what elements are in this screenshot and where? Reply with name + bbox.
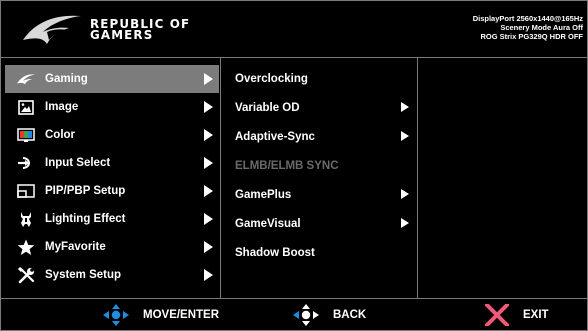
chevron-right-icon	[204, 269, 213, 281]
menu-item-input-select[interactable]: Input Select	[5, 149, 219, 177]
chevron-right-icon	[204, 241, 213, 253]
color-icon	[17, 127, 35, 143]
menu-item-gaming[interactable]: Gaming	[5, 65, 219, 93]
menu-item-label: Lighting Effect	[45, 213, 126, 225]
chevron-right-icon	[204, 101, 213, 113]
move-enter-hint[interactable]: MOVE/ENTER	[103, 304, 219, 326]
chevron-right-icon	[204, 157, 213, 169]
submenu-item-adaptive-sync[interactable]: Adaptive-Sync	[235, 123, 415, 152]
chevron-right-icon	[401, 218, 409, 228]
osd-window: REPUBLIC OF GAMERS DisplayPort 2560x1440…	[0, 0, 588, 331]
back-label: BACK	[333, 309, 367, 321]
column-divider-1	[220, 57, 221, 299]
menu-item-system-setup[interactable]: System Setup	[5, 261, 219, 289]
menu-item-label: PIP/PBP Setup	[45, 185, 126, 197]
menu-item-label: MyFavorite	[45, 241, 106, 253]
chevron-right-icon	[204, 213, 213, 225]
chevron-right-icon	[401, 189, 409, 199]
osd-header: REPUBLIC OF GAMERS DisplayPort 2560x1440…	[1, 1, 587, 58]
lighting-icon	[17, 211, 35, 227]
submenu-item-gamevisual[interactable]: GameVisual	[235, 210, 415, 239]
main-menu: Gaming Image Color Input Select PIP/PBP …	[5, 65, 219, 289]
submenu-item-label: Variable OD	[235, 102, 300, 114]
submenu-item-label: GamePlus	[235, 189, 292, 201]
menu-item-lighting-effect[interactable]: Lighting Effect	[5, 205, 219, 233]
submenu-item-shadow-boost[interactable]: Shadow Boost	[235, 239, 415, 268]
exit-label: EXIT	[523, 309, 549, 321]
chevron-right-icon	[204, 73, 213, 85]
menu-item-pip-pbp-setup[interactable]: PIP/PBP Setup	[5, 177, 219, 205]
menu-item-label: Input Select	[45, 157, 111, 169]
menu-item-image[interactable]: Image	[5, 93, 219, 121]
status-signal: DisplayPort 2560x1440@165Hz	[472, 14, 583, 23]
status-mode: Scenery Mode Aura Off	[500, 23, 583, 33]
brand-name: REPUBLIC OF GAMERS	[90, 17, 190, 41]
close-icon	[485, 304, 509, 326]
submenu-item-gameplus[interactable]: GamePlus	[235, 181, 415, 210]
exit-hint[interactable]: EXIT	[485, 304, 549, 326]
input-icon	[17, 155, 35, 171]
chevron-right-icon	[204, 129, 213, 141]
joystick-move-icon	[103, 304, 129, 326]
image-icon	[17, 99, 35, 115]
submenu-item-elmb-sync: ELMB/ELMB SYNC	[235, 152, 415, 181]
submenu-item-label: ELMB/ELMB SYNC	[235, 160, 339, 172]
rog-logo-icon	[23, 15, 81, 44]
osd-footer: MOVE/ENTER BACK EXIT	[1, 298, 587, 331]
submenu-item-label: Shadow Boost	[235, 247, 315, 259]
menu-item-label: Image	[45, 101, 79, 113]
status-info: DisplayPort 2560x1440@165Hz Scenery Mode…	[473, 14, 583, 42]
menu-item-label: System Setup	[45, 269, 122, 281]
menu-item-myfavorite[interactable]: MyFavorite	[5, 233, 219, 261]
move-enter-label: MOVE/ENTER	[143, 309, 220, 321]
submenu-item-label: Overclocking	[235, 73, 308, 85]
submenu-item-overclocking[interactable]: Overclocking	[235, 65, 415, 94]
menu-item-label: Gaming	[45, 73, 88, 85]
rog-eye-icon	[17, 71, 35, 87]
submenu-item-variable-od[interactable]: Variable OD	[235, 94, 415, 123]
submenu-item-label: GameVisual	[235, 218, 301, 230]
column-divider-2	[417, 57, 418, 299]
status-model: ROG Strix PG329Q HDR OFF	[480, 32, 583, 42]
star-icon	[17, 239, 35, 255]
chevron-right-icon	[204, 185, 213, 197]
menu-item-color[interactable]: Color	[5, 121, 219, 149]
gaming-submenu: Overclocking Variable OD Adaptive-Sync E…	[235, 65, 415, 268]
joystick-back-icon	[293, 304, 319, 326]
back-hint[interactable]: BACK	[293, 304, 366, 326]
menu-item-label: Color	[45, 129, 76, 141]
chevron-right-icon	[401, 131, 409, 141]
chevron-right-icon	[401, 102, 409, 112]
wrench-icon	[17, 266, 35, 283]
pip-icon	[17, 183, 35, 199]
submenu-item-label: Adaptive-Sync	[235, 131, 315, 143]
